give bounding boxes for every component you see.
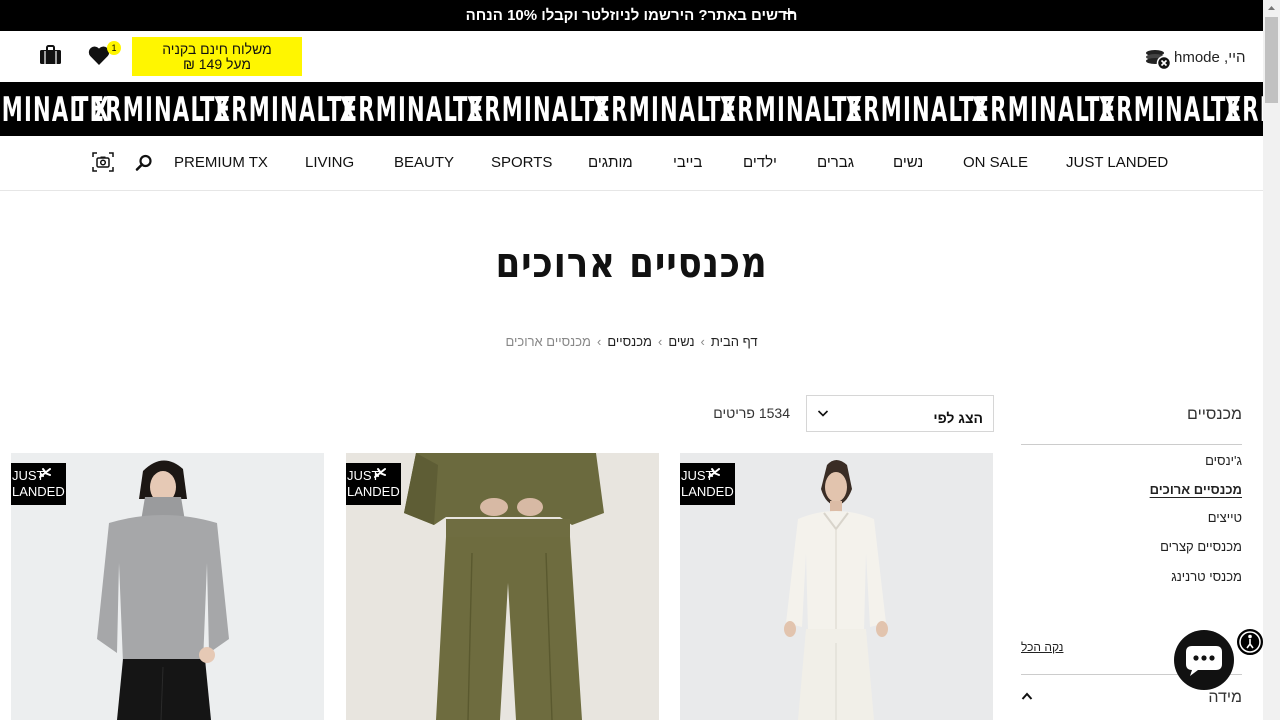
chat-button[interactable] xyxy=(1174,630,1234,690)
product-card[interactable]: JUST LANDED xyxy=(680,453,993,720)
breadcrumb-home[interactable]: דף הבית xyxy=(711,334,758,349)
scrollbar-thumb[interactable] xyxy=(1265,17,1278,103)
nav-item-sports[interactable]: SPORTS xyxy=(491,154,552,171)
badge-line-2: LANDED xyxy=(681,484,734,499)
search-icon[interactable] xyxy=(135,154,153,172)
nav-item-premium-tx[interactable]: PREMIUM TX xyxy=(174,154,268,171)
nav-item-on-sale[interactable]: ON SALE xyxy=(963,154,1028,171)
chevron-down-icon xyxy=(817,410,829,417)
breadcrumb-current: מכנסיים ארוכים xyxy=(505,334,591,349)
just-landed-badge: JUST LANDED xyxy=(11,463,66,505)
chat-bubble-icon xyxy=(1186,646,1222,676)
breadcrumb-separator: › xyxy=(657,334,663,349)
airplane-icon xyxy=(708,468,720,478)
shipping-line-1: משלוח חינם בקניה xyxy=(162,40,272,57)
shipping-line-2: מעל 149 ₪ xyxy=(182,55,252,72)
breadcrumb-women[interactable]: נשים xyxy=(668,334,694,349)
announcement-text[interactable]: חדשים באתר? הירשמו לניוזלטר וקבלו 10% הנ… xyxy=(466,7,798,24)
product-card[interactable]: JUST LANDED xyxy=(11,453,324,720)
airplane-icon xyxy=(374,468,386,478)
badge-line-2: LANDED xyxy=(12,484,65,499)
nav-item-baby[interactable]: בייבי xyxy=(673,154,702,171)
wishlist-count-badge: 1 xyxy=(107,41,121,55)
user-greeting[interactable]: היי, hmode xyxy=(1174,49,1246,66)
filter-link-jeans[interactable]: ג'ינסים xyxy=(1205,453,1242,468)
filter-link-long-pants[interactable]: מכנסיים ארוכים xyxy=(1150,482,1242,497)
scroll-up-arrow-icon[interactable] xyxy=(1263,0,1280,17)
user-account-icon[interactable] xyxy=(1143,47,1173,71)
airplane-icon xyxy=(39,468,51,478)
filter-link-shorts[interactable]: מכנסיים קצרים xyxy=(1160,539,1242,554)
nav-item-brands[interactable]: מותגים xyxy=(588,154,633,171)
product-card[interactable]: JUST LANDED xyxy=(346,453,659,720)
page: + חדשים באתר? הירשמו לניוזלטר וקבלו 10% … xyxy=(0,0,1280,720)
nav-item-beauty[interactable]: BEAUTY xyxy=(394,154,454,171)
chevron-up-icon xyxy=(1021,692,1033,700)
brand-marquee: TERMINAL X TERMINAL X TERMINAL X TERMINA… xyxy=(0,82,1263,136)
announcement-bar[interactable]: + חדשים באתר? הירשמו לניוזלטר וקבלו 10% … xyxy=(0,0,1263,31)
sort-label: הצג לפי xyxy=(933,410,983,426)
filter-category-heading[interactable]: מכנסיים xyxy=(1021,406,1242,445)
main-navigation: JUST LANDED ON SALE נשים גברים ילדים ביי… xyxy=(0,136,1263,191)
plus-icon[interactable]: + xyxy=(783,4,795,24)
page-title: מכנסיים ארוכים xyxy=(495,238,768,287)
just-landed-badge: JUST LANDED xyxy=(680,463,735,505)
results-count: 1534 פריטים xyxy=(713,405,790,421)
filter-link-leggings[interactable]: טייצים xyxy=(1208,510,1242,525)
clear-all-filters-link[interactable]: נקה הכל xyxy=(1021,640,1063,654)
header: 1 משלוח חינם בקניה מעל 149 ₪ היי, hmode xyxy=(0,31,1263,82)
shopping-bag-icon[interactable] xyxy=(39,45,62,65)
page-scrollbar[interactable] xyxy=(1263,0,1280,720)
accessibility-button[interactable] xyxy=(1235,627,1265,657)
breadcrumb-pants[interactable]: מכנסיים xyxy=(607,334,652,349)
brand-wordmark: TERMINAL X xyxy=(1211,90,1263,130)
nav-item-just-landed[interactable]: JUST LANDED xyxy=(1066,154,1168,171)
just-landed-badge: JUST LANDED xyxy=(346,463,401,505)
free-shipping-banner: משלוח חינם בקניה מעל 149 ₪ xyxy=(132,37,302,76)
breadcrumb-separator: › xyxy=(700,334,705,349)
visual-search-camera-icon[interactable] xyxy=(92,152,114,172)
sort-dropdown[interactable]: הצג לפי xyxy=(806,395,994,432)
badge-line-2: LANDED xyxy=(347,484,400,499)
breadcrumb-separator: › xyxy=(596,334,602,349)
nav-item-women[interactable]: נשים xyxy=(893,154,923,171)
nav-item-living[interactable]: LIVING xyxy=(305,154,354,171)
size-filter-label: מידה xyxy=(1208,689,1242,706)
accessibility-icon xyxy=(1239,631,1261,653)
nav-item-kids[interactable]: ילדים xyxy=(743,154,777,171)
breadcrumb: דף הבית › נשים › מכנסיים › מכנסיים ארוכי… xyxy=(0,334,1263,349)
filter-link-sweatpants[interactable]: מכנסי טרנינג xyxy=(1171,569,1242,584)
nav-item-men[interactable]: גברים xyxy=(817,154,854,171)
